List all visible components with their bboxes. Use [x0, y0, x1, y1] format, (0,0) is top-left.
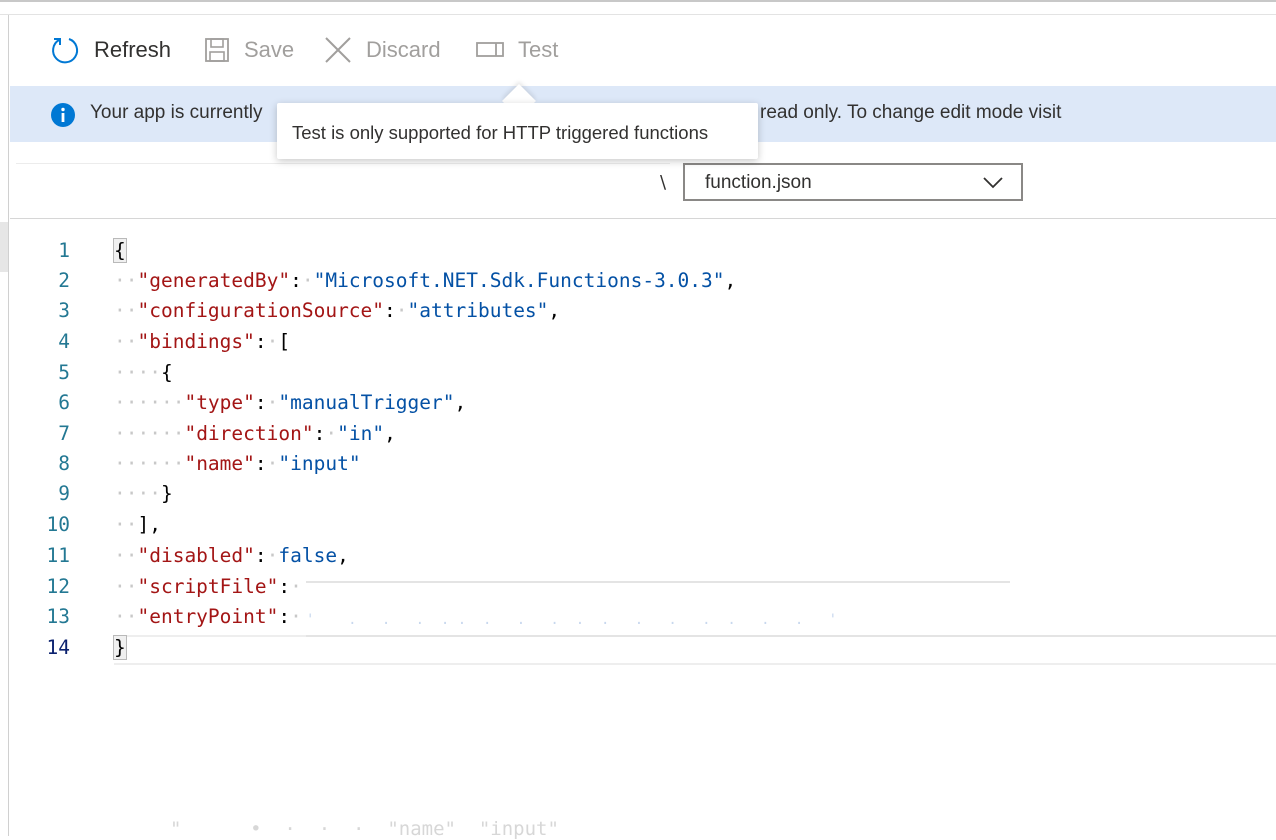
line-number: 13 — [46, 605, 70, 628]
editor-line: 3 ··"configurationSource":·"attributes", — [10, 299, 1276, 329]
editor-line: 9 ····} — [10, 482, 1276, 512]
tooltip-text: Test is only supported for HTTP triggere… — [292, 122, 709, 143]
test-label: Test — [518, 37, 559, 62]
line-number: 12 — [46, 575, 70, 598]
line-code: ··"scriptFile":· — [114, 575, 302, 598]
line-number: 2 — [58, 269, 70, 292]
line-code: ··], — [114, 513, 161, 536]
line-code: ······"direction":·"in", — [114, 422, 396, 445]
line-code: ······"name":·"input" — [114, 452, 361, 475]
line-code: ······"type":·"manualTrigger", — [114, 391, 467, 414]
line-number: 7 — [58, 422, 70, 445]
editor-line: 11 ··"disabled":·false, — [10, 544, 1276, 574]
info-icon — [51, 103, 75, 127]
discard-button[interactable]: Discard — [324, 15, 441, 85]
editor-line: 10 ··], — [10, 513, 1276, 543]
save-label: Save — [244, 37, 295, 62]
editor-line: 2 ··"generatedBy":·"Microsoft.NET.Sdk.Fu… — [10, 269, 1276, 299]
banner-text: Your app is currently — [90, 102, 263, 123]
test-tooltip: Test is only supported for HTTP triggere… — [277, 103, 758, 159]
test-icon — [476, 41, 504, 59]
refresh-icon — [50, 35, 80, 65]
line-number: 9 — [58, 482, 70, 505]
line-code: } — [113, 635, 127, 660]
path-separator: \ — [660, 172, 667, 193]
line-number: 8 — [58, 452, 70, 475]
banner-text-continued: read only. To change edit mode visit — [760, 102, 1062, 123]
line-code: ····} — [114, 482, 173, 505]
file-dropdown-value: function.json — [705, 172, 812, 193]
editor-line: 6 ······"type":·"manualTrigger", — [10, 391, 1276, 421]
window-top-border — [0, 0, 1276, 2]
editor-line: 4 ··"bindings":·[ — [10, 330, 1276, 360]
line-number: 1 — [58, 239, 70, 262]
line-number: 10 — [46, 513, 70, 536]
line-code: ··"entryPoint":· — [114, 605, 302, 628]
file-dropdown[interactable]: function.json — [683, 163, 1023, 201]
line-number: 4 — [58, 330, 70, 353]
line-code: ··"generatedBy":·"Microsoft.NET.Sdk.Func… — [114, 269, 737, 292]
line-code: ··"disabled":·false, — [114, 544, 349, 567]
line-number: 6 — [58, 391, 70, 414]
line-code: ····{ — [114, 361, 173, 384]
line-code: ··"bindings":·[ — [114, 330, 291, 353]
redacted-value — [306, 635, 1276, 637]
faded-code-fragment: " • · · · "name" "input" — [170, 818, 559, 840]
line-number: 5 — [58, 361, 70, 384]
refresh-label: Refresh — [94, 37, 172, 62]
redacted-value — [306, 581, 1010, 583]
line-number: 11 — [46, 544, 70, 567]
save-button[interactable]: Save — [204, 15, 294, 85]
path-field — [16, 163, 670, 164]
line-code: ··"configurationSource":·"attributes", — [114, 299, 561, 322]
editor-line: 8 ······"name":·"input" — [10, 452, 1276, 482]
editor-line: 1 { — [10, 238, 1276, 269]
refresh-button[interactable]: Refresh — [50, 15, 171, 85]
editor-line: 7 ······"direction":·"in", — [10, 422, 1276, 452]
command-bar: Refresh Save Discard Test — [10, 15, 1276, 85]
test-button[interactable]: Test — [476, 15, 558, 85]
editor-line: 14 } — [10, 635, 1276, 666]
left-strip — [0, 222, 8, 272]
discard-label: Discard — [366, 37, 441, 62]
editor-line: 12 ··"scriptFile":· — [10, 575, 1276, 605]
code-editor[interactable]: 1 { 2 ··"generatedBy":·"Microsoft.NET.Sd… — [10, 219, 1276, 836]
line-number: 3 — [58, 299, 70, 322]
chevron-down-icon — [983, 175, 1003, 194]
redacted-value-fragments: ' . . . . . . . . . . . . . . . . ' — [306, 612, 838, 628]
line-number: 14 — [46, 636, 70, 659]
line-code: { — [113, 238, 127, 263]
discard-icon — [324, 36, 352, 64]
save-icon — [204, 37, 230, 63]
editor-line: 5 ····{ — [10, 361, 1276, 391]
